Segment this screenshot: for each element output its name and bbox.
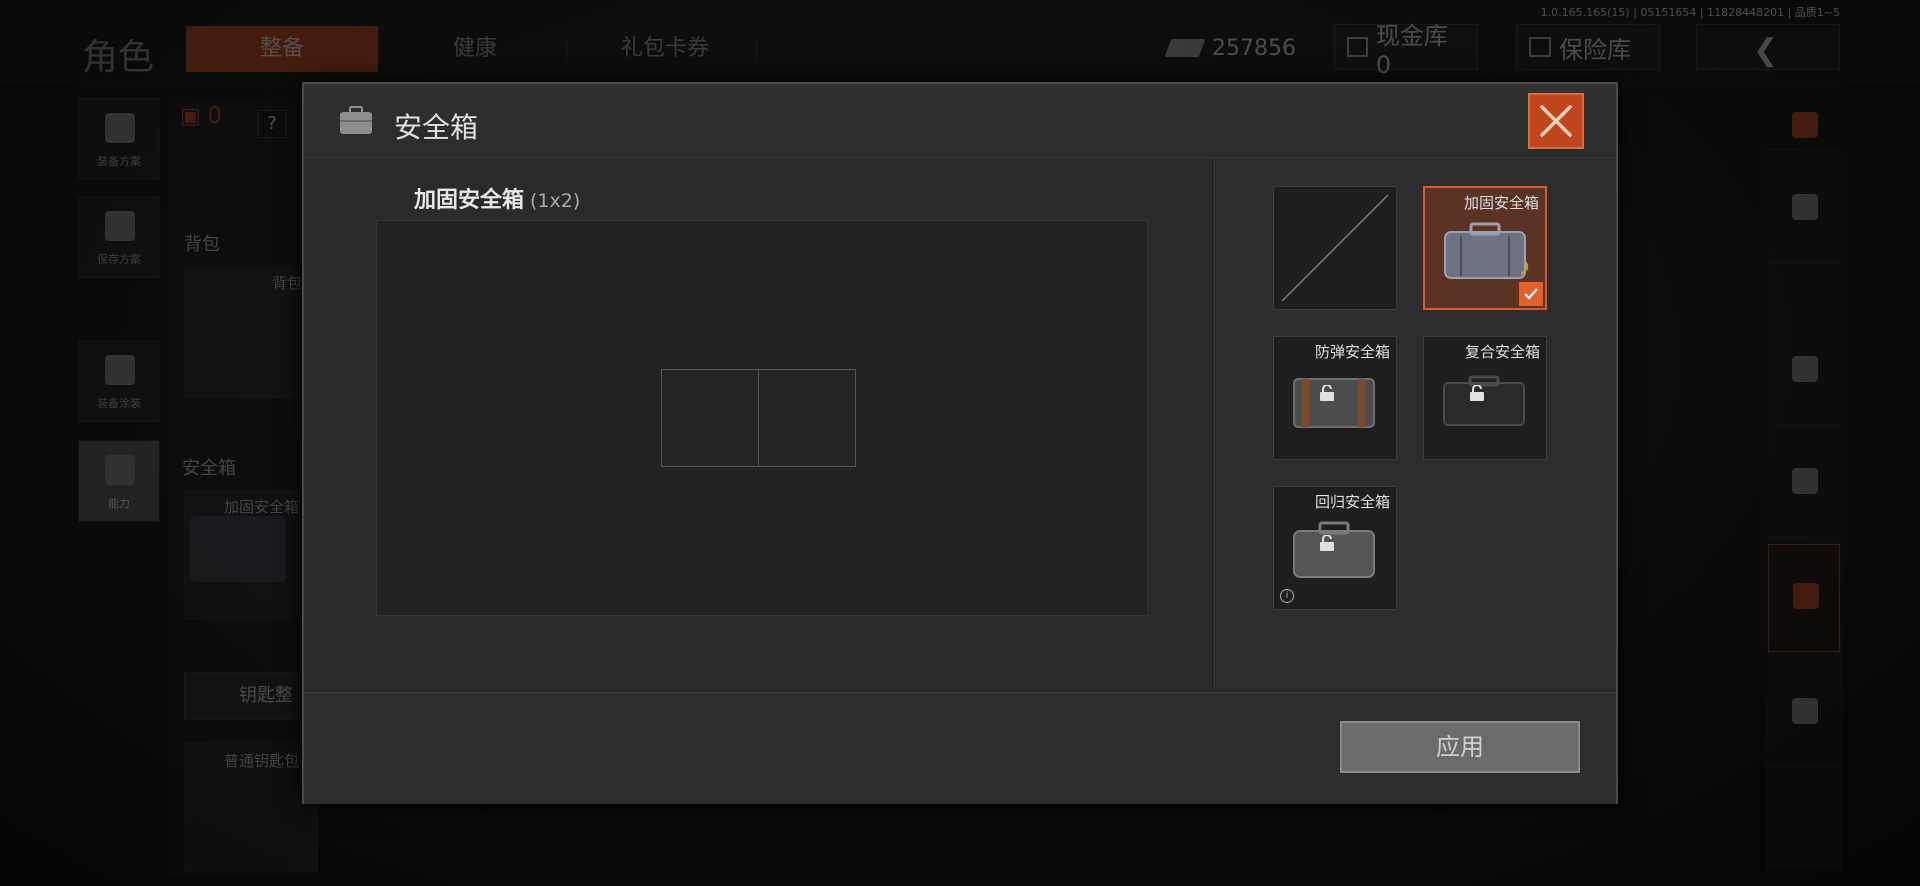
case-card-composite[interactable]: 复合安全箱 bbox=[1423, 336, 1547, 460]
safebox-dialog: 安全箱 加固安全箱 (1x2) 加固安全箱 防弹安全箱 复合安全箱 回归安全箱 … bbox=[302, 82, 1618, 804]
apply-button[interactable]: 应用 bbox=[1340, 721, 1580, 773]
case-selection-panel: 加固安全箱 防弹安全箱 复合安全箱 回归安全箱 i bbox=[1214, 158, 1616, 690]
case-card-name: 复合安全箱 bbox=[1464, 343, 1540, 361]
case-name: 加固安全箱 bbox=[414, 188, 525, 213]
info-icon[interactable]: i bbox=[1280, 589, 1294, 603]
case-title: 加固安全箱 (1x2) bbox=[414, 182, 580, 214]
lock-icon bbox=[1470, 385, 1484, 401]
close-button[interactable] bbox=[1528, 93, 1584, 149]
lock-icon bbox=[1320, 385, 1334, 401]
case-slot[interactable] bbox=[661, 369, 759, 467]
close-icon bbox=[1540, 105, 1572, 137]
case-slot[interactable] bbox=[758, 369, 856, 467]
case-card-name: 防弹安全箱 bbox=[1314, 343, 1390, 361]
case-card-name: 回归安全箱 bbox=[1314, 493, 1390, 511]
game-screen: 角色 整备 健康 礼包卡券 257856 现金库 0 保险库 ❮ 装备方案 保存… bbox=[0, 0, 1920, 886]
case-preview-panel: 加固安全箱 (1x2) bbox=[304, 158, 1212, 690]
reinforced-case-icon bbox=[1444, 222, 1529, 279]
lock-icon bbox=[1320, 535, 1334, 551]
selected-check-icon bbox=[1519, 282, 1543, 306]
case-card-empty[interactable] bbox=[1273, 186, 1397, 310]
briefcase-icon bbox=[340, 106, 372, 134]
dialog-footer: 应用 bbox=[304, 692, 1616, 804]
return-case-icon bbox=[1293, 521, 1375, 578]
dialog-header: 安全箱 bbox=[304, 84, 1616, 158]
bulletproof-case-icon bbox=[1293, 378, 1375, 428]
empty-slot-icon bbox=[1281, 194, 1389, 302]
case-size: (1x2) bbox=[530, 190, 581, 212]
case-card-bulletproof[interactable]: 防弹安全箱 bbox=[1273, 336, 1397, 460]
case-card-return[interactable]: 回归安全箱 i bbox=[1273, 486, 1397, 610]
case-grid-area bbox=[376, 220, 1148, 616]
dialog-title: 安全箱 bbox=[394, 111, 479, 144]
composite-case-icon bbox=[1443, 375, 1525, 426]
case-card-reinforced[interactable]: 加固安全箱 bbox=[1423, 186, 1547, 310]
case-card-name: 加固安全箱 bbox=[1463, 194, 1539, 212]
